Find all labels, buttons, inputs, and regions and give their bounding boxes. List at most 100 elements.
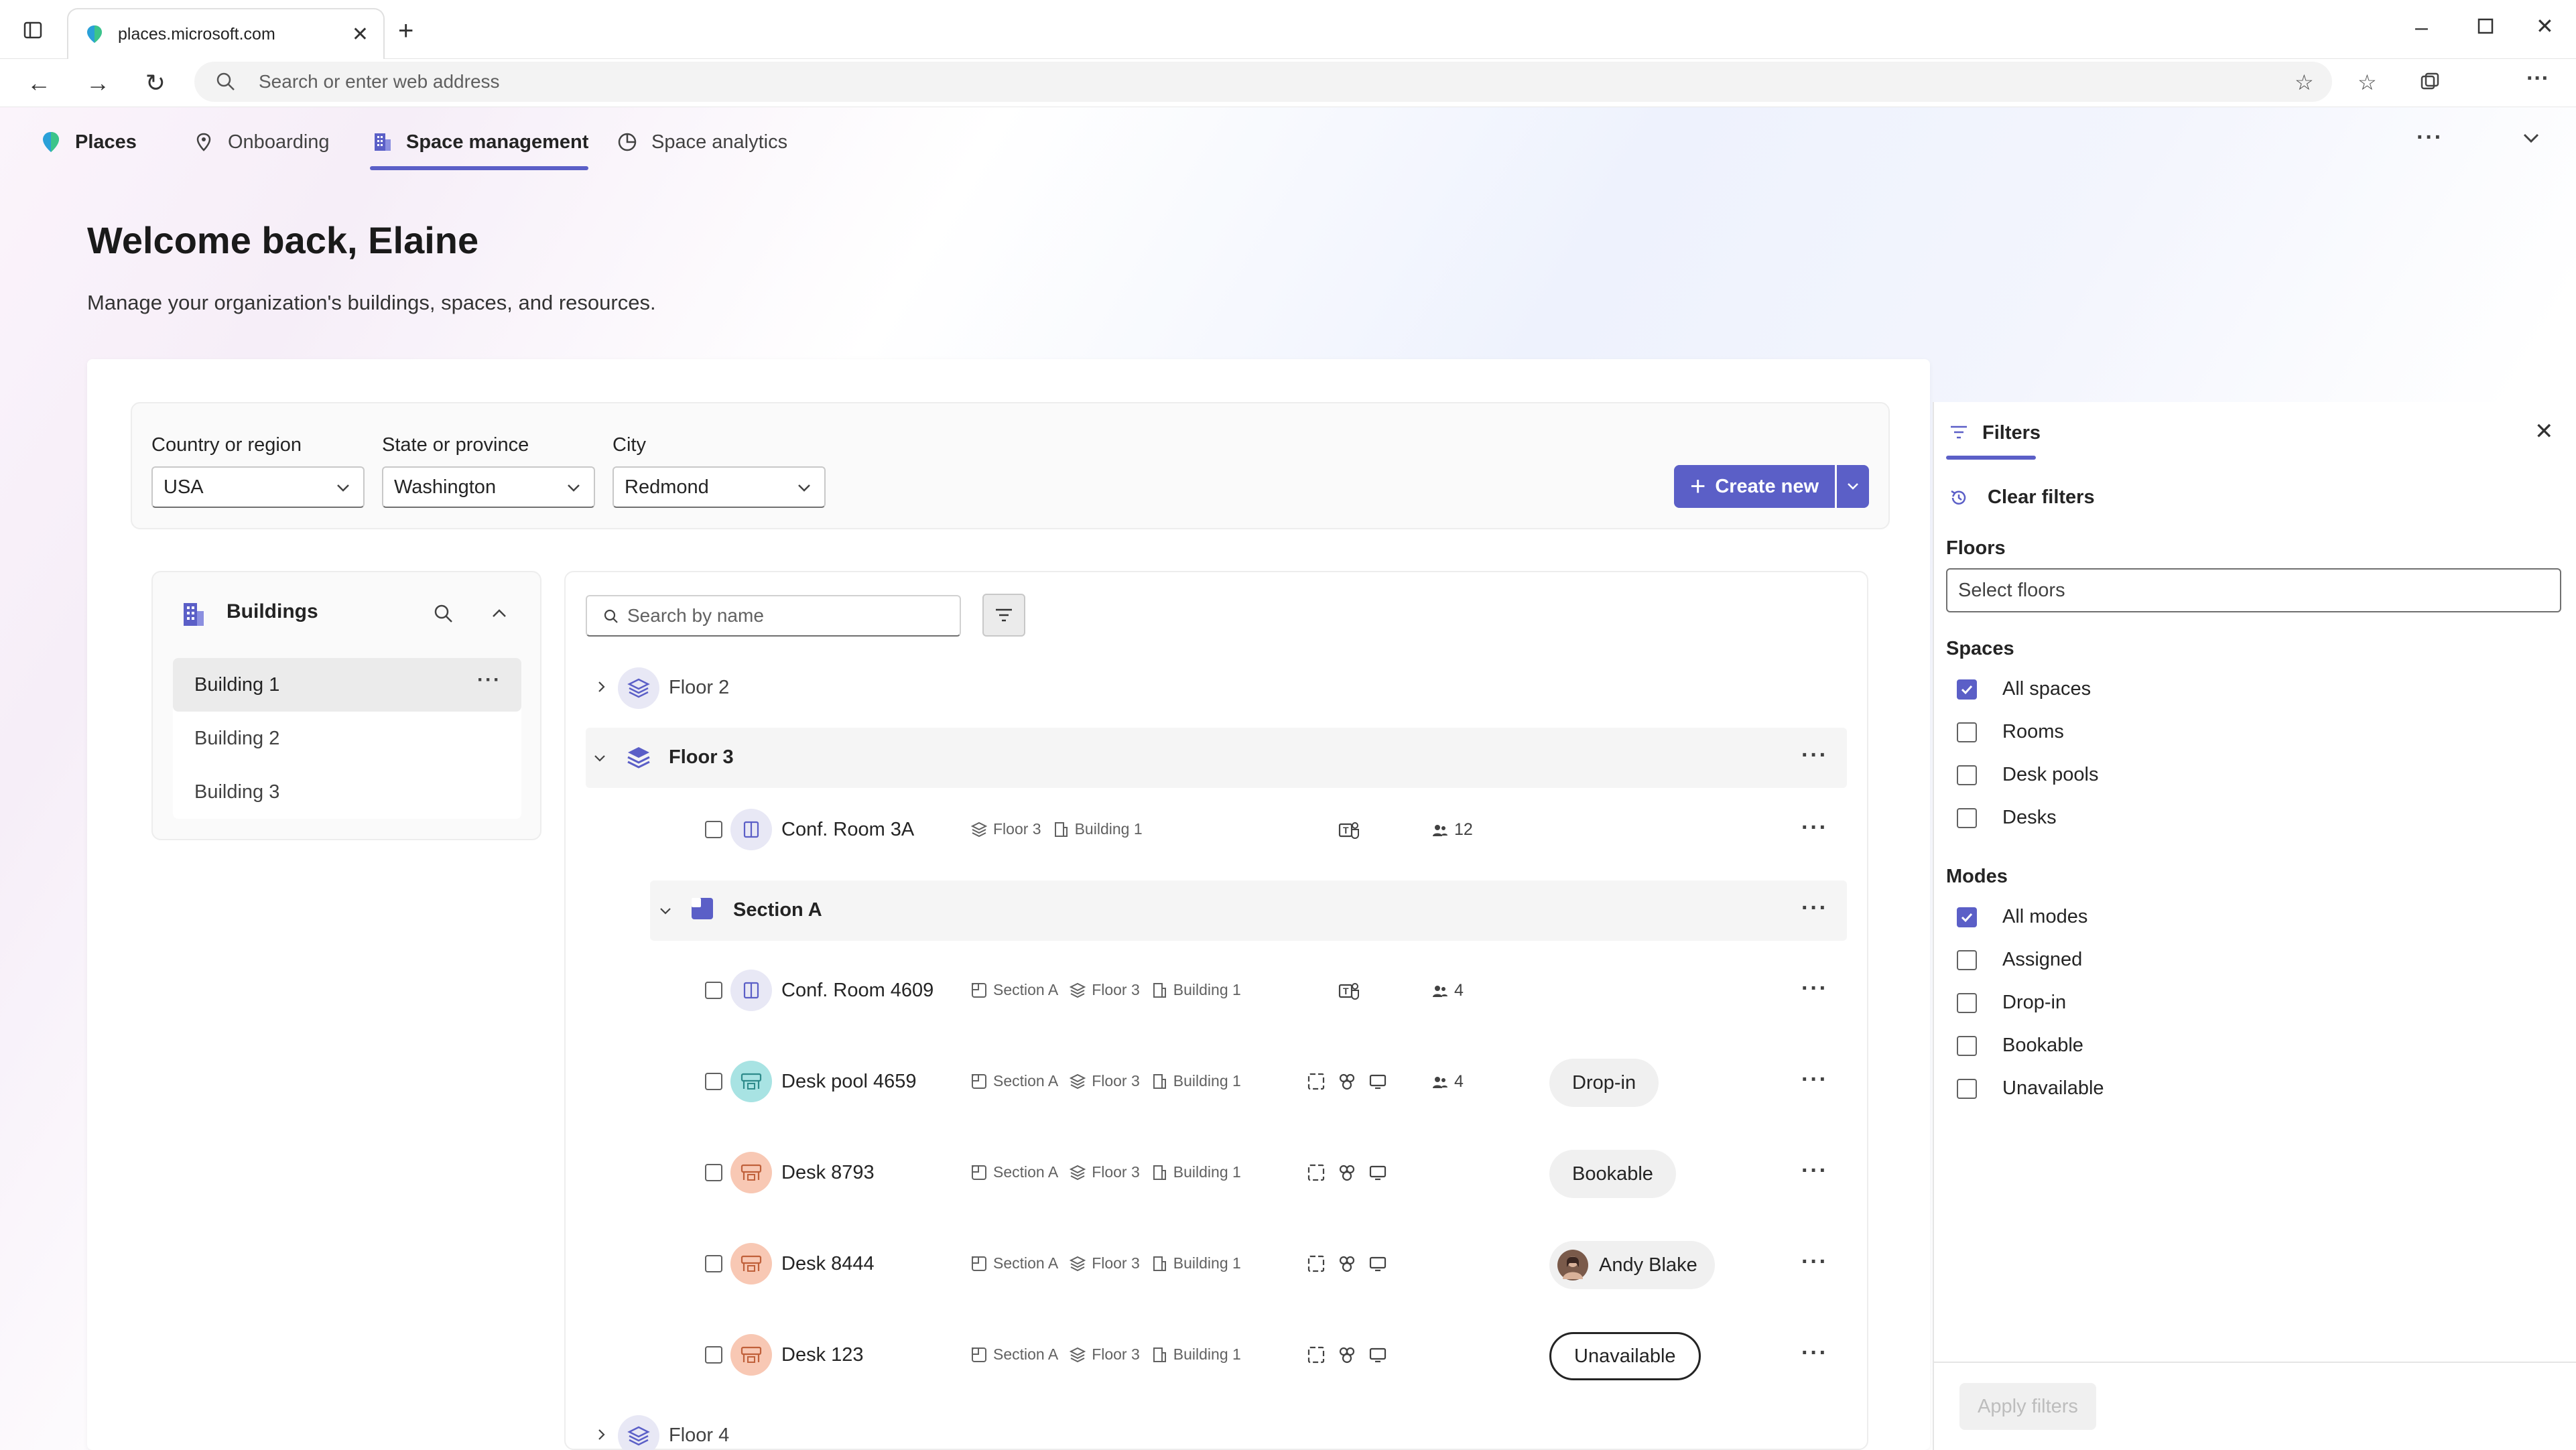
building-text: Building 1 xyxy=(1173,981,1241,998)
dock-icon xyxy=(1307,1073,1325,1090)
section-small-icon xyxy=(972,1165,986,1180)
floor-label[interactable]: Floor 4 xyxy=(669,1425,729,1447)
option-label: Assigned xyxy=(2002,949,2083,970)
row-more-icon[interactable]: ··· xyxy=(1801,815,1828,841)
page-subtitle: Manage your organization's buildings, sp… xyxy=(87,291,656,314)
row-more-icon[interactable]: ··· xyxy=(1801,1249,1828,1275)
row-checkbox[interactable] xyxy=(705,1073,722,1090)
maximize-icon[interactable] xyxy=(2477,17,2494,35)
modes-option-bookable[interactable]: Bookable xyxy=(1957,1035,2083,1057)
expand-chevron-icon[interactable] xyxy=(594,1427,608,1442)
state-label: State or province xyxy=(382,434,529,456)
filter-toggle-button[interactable] xyxy=(982,594,1025,637)
spaces-option-desks[interactable]: Desks xyxy=(1957,807,2057,829)
row-more-icon[interactable]: ··· xyxy=(1801,895,1828,921)
country-select[interactable]: USA xyxy=(151,466,365,508)
section-group-row[interactable] xyxy=(650,880,1847,941)
collapse-chevron-icon[interactable] xyxy=(592,750,607,765)
building-small-icon xyxy=(1153,1347,1166,1362)
row-checkbox[interactable] xyxy=(705,1255,722,1272)
monitor-icon xyxy=(1369,1347,1387,1363)
space-name[interactable]: Desk 8444 xyxy=(781,1253,875,1275)
tab-close-icon[interactable]: ✕ xyxy=(352,23,369,46)
modes-label: Modes xyxy=(1946,866,2008,887)
tab-onboarding[interactable]: Onboarding xyxy=(192,121,330,163)
floor-label: Floor 3 xyxy=(669,746,734,768)
address-bar[interactable]: Search or enter web address xyxy=(194,62,2332,102)
modes-option-unavailable[interactable]: Unavailable xyxy=(1957,1077,2104,1100)
row-more-icon[interactable]: ··· xyxy=(1801,742,1828,769)
modes-option-drop-in[interactable]: Drop-in xyxy=(1957,992,2066,1014)
space-name[interactable]: Desk 8793 xyxy=(781,1162,875,1184)
buildings-collapse-icon[interactable] xyxy=(489,606,509,622)
app-chevron-down-icon[interactable] xyxy=(2521,131,2541,145)
browser-tab[interactable]: places.microsoft.com ✕ xyxy=(67,8,385,59)
favorites-icon[interactable]: ☆ xyxy=(2358,70,2377,95)
floors-select[interactable]: Select floors xyxy=(1946,568,2561,612)
tab-space-analytics[interactable]: Space analytics xyxy=(615,121,787,163)
building-item[interactable]: Building 3 xyxy=(173,765,521,819)
floor-text: Floor 3 xyxy=(1092,1345,1140,1363)
option-label: Unavailable xyxy=(2002,1077,2104,1099)
spaces-option-all[interactable]: All spaces xyxy=(1957,678,2091,700)
city-select[interactable]: Redmond xyxy=(613,466,826,508)
dock-icon xyxy=(1307,1255,1325,1272)
capacity: 4 xyxy=(1431,981,1464,1000)
clear-filters-button[interactable]: Clear filters xyxy=(1949,486,2095,509)
space-name[interactable]: Conf. Room 4609 xyxy=(781,980,933,1002)
country-value: USA xyxy=(164,476,204,498)
space-name[interactable]: Desk pool 4659 xyxy=(781,1071,917,1093)
space-location: Section A Floor 3 Building 1 xyxy=(970,1072,1252,1090)
window-close-icon[interactable]: ✕ xyxy=(2536,13,2554,39)
floor-label[interactable]: Floor 2 xyxy=(669,677,729,699)
app-more-icon[interactable]: ··· xyxy=(2417,125,2443,151)
section-small-icon xyxy=(972,1347,986,1362)
collapse-chevron-icon[interactable] xyxy=(658,903,673,918)
create-new-dropdown-button[interactable] xyxy=(1837,465,1869,508)
create-new-button[interactable]: + Create new xyxy=(1674,465,1835,508)
row-more-icon[interactable]: ··· xyxy=(1801,1158,1828,1184)
floor-small-icon xyxy=(1069,1073,1086,1089)
tab-actions-icon[interactable] xyxy=(23,20,43,40)
buildings-title: Buildings xyxy=(227,600,318,622)
building-item[interactable]: Building 2 xyxy=(173,712,521,765)
browser-menu-icon[interactable]: ··· xyxy=(2526,66,2549,92)
close-icon[interactable]: ✕ xyxy=(2534,418,2554,445)
new-tab-icon[interactable]: + xyxy=(398,16,413,46)
desk-pool-icon xyxy=(730,1061,772,1102)
floor-group-row[interactable] xyxy=(586,728,1847,788)
row-checkbox[interactable] xyxy=(705,821,722,838)
search-input[interactable]: Search by name xyxy=(586,595,961,637)
minimize-icon[interactable]: – xyxy=(2415,15,2428,41)
refresh-icon[interactable]: ↻ xyxy=(138,66,173,101)
forward-icon[interactable]: → xyxy=(80,66,115,101)
add-favorite-icon[interactable]: ☆ xyxy=(2295,70,2314,95)
address-placeholder: Search or enter web address xyxy=(259,71,500,92)
modes-option-all[interactable]: All modes xyxy=(1957,906,2087,928)
svg-text:T: T xyxy=(1343,825,1349,836)
row-checkbox[interactable] xyxy=(705,1164,722,1181)
space-name[interactable]: Desk 123 xyxy=(781,1344,864,1366)
collections-icon[interactable] xyxy=(2419,71,2441,92)
state-select[interactable]: Washington xyxy=(382,466,595,508)
nav-places-brand[interactable]: Places xyxy=(39,121,137,163)
expand-chevron-icon[interactable] xyxy=(594,679,608,694)
row-checkbox[interactable] xyxy=(705,1346,722,1364)
checkbox-icon xyxy=(1957,1078,1977,1099)
modes-option-assigned[interactable]: Assigned xyxy=(1957,949,2082,971)
row-checkbox[interactable] xyxy=(705,982,722,999)
back-icon[interactable]: ← xyxy=(21,66,56,101)
spaces-option-desk-pools[interactable]: Desk pools xyxy=(1957,764,2098,786)
row-more-icon[interactable]: ··· xyxy=(1801,1340,1828,1366)
building-more-icon[interactable]: ··· xyxy=(477,669,501,691)
spaces-option-rooms[interactable]: Rooms xyxy=(1957,721,2064,743)
status-badge: Bookable xyxy=(1549,1150,1676,1198)
tab-space-management[interactable]: Space management xyxy=(370,121,589,170)
buildings-search-icon[interactable] xyxy=(433,603,454,624)
building-item[interactable]: Building 1 xyxy=(173,658,521,712)
row-more-icon[interactable]: ··· xyxy=(1801,976,1828,1002)
space-name[interactable]: Conf. Room 3A xyxy=(781,819,914,841)
row-more-icon[interactable]: ··· xyxy=(1801,1067,1828,1093)
apply-filters-button[interactable]: Apply filters xyxy=(1959,1383,2096,1430)
accessories-icon xyxy=(1339,1256,1355,1272)
